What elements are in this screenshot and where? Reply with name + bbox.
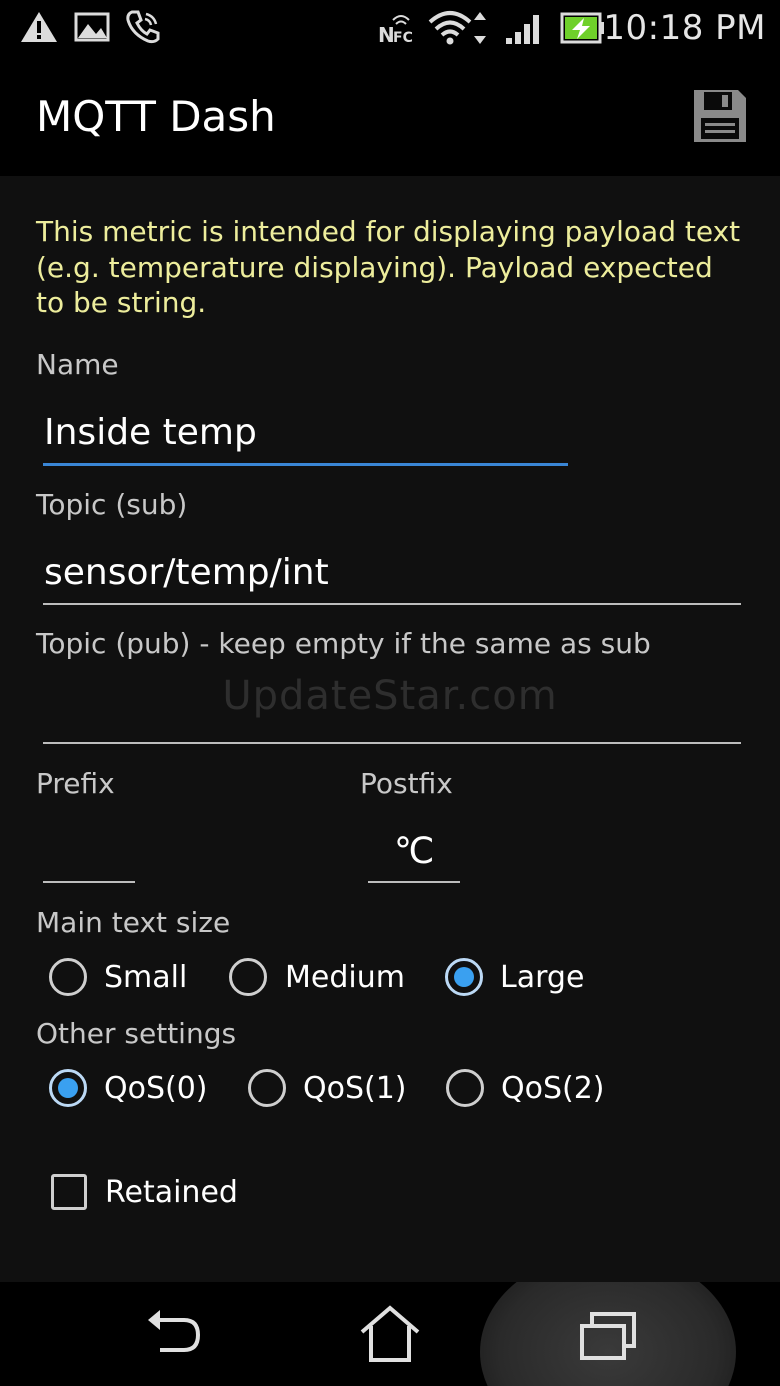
home-icon[interactable] [358, 1304, 422, 1364]
radio-large-label[interactable]: Large [500, 960, 584, 995]
clock: 10:18 PM [603, 8, 766, 48]
main-text-size-label: Main text size [36, 906, 231, 939]
radio-qos-0[interactable] [49, 1069, 87, 1107]
topic-pub-input[interactable] [44, 692, 734, 738]
prefix-underline [43, 881, 135, 883]
postfix-underline [368, 881, 460, 883]
back-icon[interactable] [140, 1304, 204, 1364]
name-input[interactable]: Inside temp [44, 412, 257, 453]
name-label: Name [36, 348, 119, 381]
action-bar: MQTT Dash [0, 56, 780, 176]
radio-qos-2[interactable] [446, 1069, 484, 1107]
prefix-label: Prefix [36, 767, 115, 800]
retained-checkbox[interactable] [51, 1174, 87, 1210]
metric-description: This metric is intended for displaying p… [36, 215, 741, 319]
status-bar: N FC 10:18 PM [0, 0, 780, 56]
metric-form: This metric is intended for displaying p… [0, 176, 780, 1282]
warning-icon [21, 12, 57, 42]
image-icon [74, 12, 110, 42]
retained-label[interactable]: Retained [105, 1175, 238, 1210]
radio-small[interactable] [49, 958, 87, 996]
radio-small-label[interactable]: Small [104, 960, 187, 995]
radio-medium-label[interactable]: Medium [285, 960, 405, 995]
app-title: MQTT Dash [36, 92, 276, 141]
name-input-underline [43, 463, 568, 466]
signal-icon [506, 15, 539, 44]
radio-qos-0-label[interactable]: QoS(0) [104, 1071, 208, 1106]
radio-large[interactable] [445, 958, 483, 996]
radio-qos-2-label[interactable]: QoS(2) [501, 1071, 605, 1106]
navigation-bar [0, 1282, 780, 1386]
recent-apps-icon[interactable] [576, 1304, 640, 1364]
postfix-input[interactable]: ℃ [394, 831, 434, 872]
topic-pub-label: Topic (pub) - keep empty if the same as … [36, 627, 651, 660]
prefix-input[interactable] [44, 831, 134, 877]
topic-pub-underline [43, 742, 741, 744]
screen: N FC 10:18 PM MQTT Dash This metric is i… [0, 0, 780, 1386]
topic-sub-input[interactable]: sensor/temp/int [44, 552, 329, 593]
phone-icon [126, 10, 160, 44]
postfix-label: Postfix [360, 767, 453, 800]
radio-qos-1[interactable] [248, 1069, 286, 1107]
svg-text:FC: FC [393, 30, 413, 46]
wifi-icon [428, 11, 486, 45]
topic-sub-label: Topic (sub) [36, 488, 188, 521]
other-settings-label: Other settings [36, 1017, 237, 1050]
radio-medium[interactable] [229, 958, 267, 996]
save-icon[interactable] [690, 86, 750, 146]
battery-charging-icon [560, 12, 604, 44]
topic-sub-underline [43, 603, 741, 605]
nfc-icon: N FC [378, 15, 413, 46]
radio-qos-1-label[interactable]: QoS(1) [303, 1071, 407, 1106]
